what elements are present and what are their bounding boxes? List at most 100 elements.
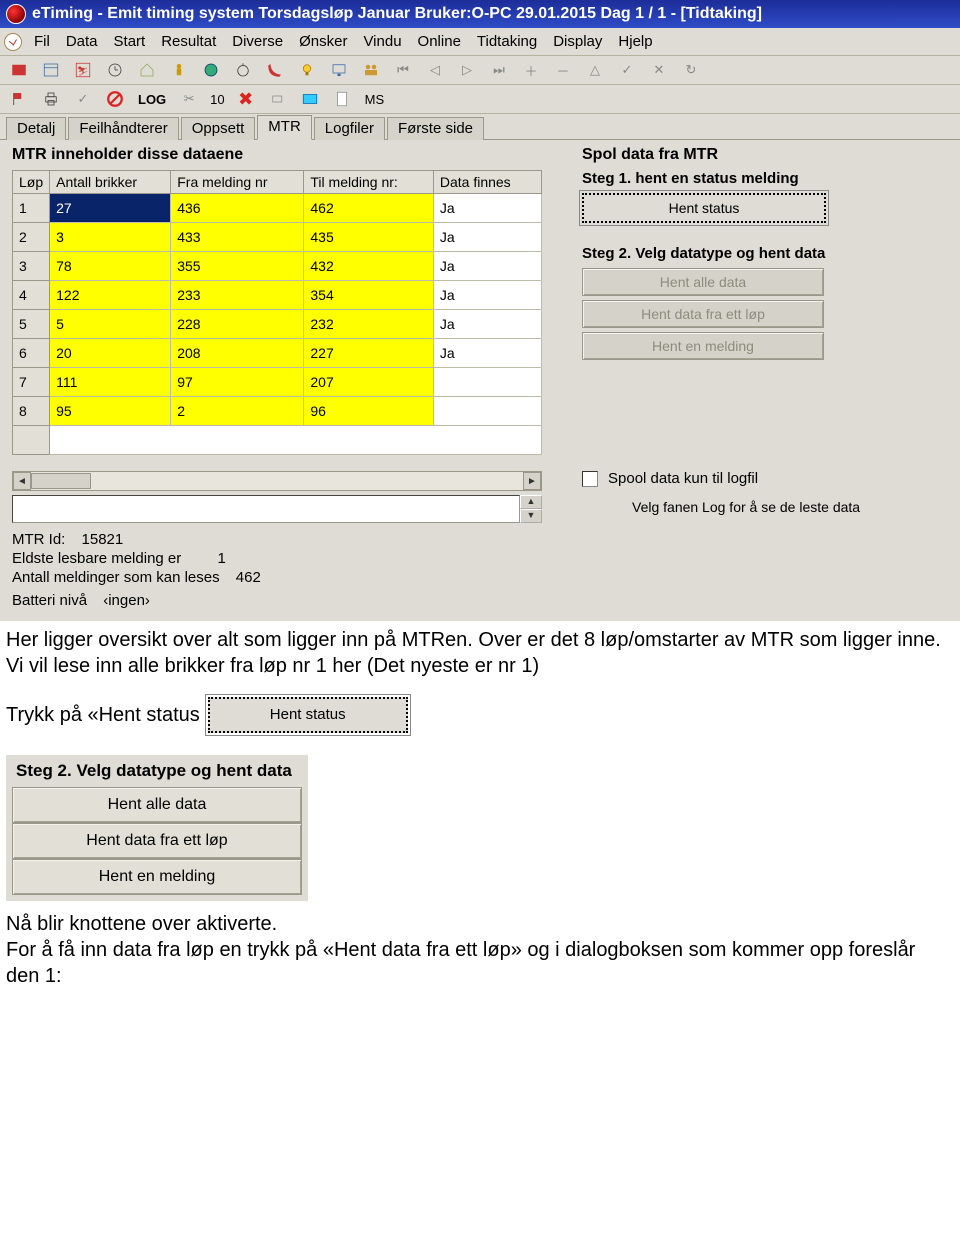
table-row[interactable]: 8 95 2 96 (13, 397, 542, 426)
flag-icon[interactable] (8, 89, 30, 109)
table-row[interactable]: 1 27 436 462 Ja (13, 194, 542, 223)
row-fra[interactable]: 233 (171, 281, 304, 310)
ok-icon[interactable]: ✓ (72, 89, 94, 109)
menu-onsker[interactable]: Ønsker (291, 31, 355, 52)
row-fra[interactable]: 2 (171, 397, 304, 426)
row-antall[interactable]: 78 (50, 252, 171, 281)
tab-detalj[interactable]: Detalj (6, 117, 66, 140)
ms-label[interactable]: MS (363, 92, 387, 107)
people-icon[interactable] (360, 60, 382, 80)
col-fra[interactable]: Fra melding nr (171, 171, 304, 194)
tab-mtr[interactable]: MTR (257, 115, 312, 140)
row-til[interactable]: 432 (304, 252, 433, 281)
globe-icon[interactable] (200, 60, 222, 80)
table-row[interactable]: 6 20 208 227 Ja (13, 339, 542, 368)
doc-icon[interactable] (331, 89, 353, 109)
tab-logfiler[interactable]: Logfiler (314, 117, 385, 140)
device-icon[interactable] (267, 89, 289, 109)
hent-status-inline-button[interactable]: Hent status (208, 697, 408, 733)
tab-oppsett[interactable]: Oppsett (181, 117, 256, 140)
print-icon[interactable] (40, 89, 62, 109)
first-icon[interactable]: ⏮ (392, 60, 414, 80)
menu-tidtaking[interactable]: Tidtaking (469, 31, 545, 52)
scroll-thumb[interactable] (31, 473, 91, 489)
row-til[interactable]: 227 (304, 339, 433, 368)
table-row[interactable]: 7 111 97 207 (13, 368, 542, 397)
spin-down-icon[interactable]: ▼ (520, 509, 542, 523)
table-row[interactable]: 4 122 233 354 Ja (13, 281, 542, 310)
steg2-hent-melding-button[interactable]: Hent en melding (12, 859, 302, 895)
bulb-icon[interactable] (296, 60, 318, 80)
person-icon[interactable] (168, 60, 190, 80)
tab-forste-side[interactable]: Første side (387, 117, 484, 140)
check-icon[interactable]: ✓ (616, 60, 638, 80)
row-til[interactable]: 354 (304, 281, 433, 310)
x-icon[interactable]: ✕ (648, 60, 670, 80)
row-antall[interactable]: 111 (50, 368, 171, 397)
row-finnes[interactable]: Ja (433, 252, 541, 281)
row-fra[interactable]: 433 (171, 223, 304, 252)
phone-icon[interactable] (264, 60, 286, 80)
menu-hjelp[interactable]: Hjelp (610, 31, 660, 52)
row-finnes[interactable] (433, 368, 541, 397)
scroll-left-icon[interactable]: ◄ (13, 472, 31, 490)
table-row[interactable] (13, 426, 542, 455)
menu-diverse[interactable]: Diverse (224, 31, 291, 52)
row-til[interactable]: 207 (304, 368, 433, 397)
menu-data[interactable]: Data (58, 31, 106, 52)
row-fra[interactable]: 436 (171, 194, 304, 223)
id-icon[interactable] (299, 89, 321, 109)
row-antall[interactable]: 122 (50, 281, 171, 310)
plus-icon[interactable]: ＋ (520, 60, 542, 80)
prev-icon[interactable]: ◁ (424, 60, 446, 80)
spin-text-input[interactable] (12, 495, 520, 523)
row-finnes[interactable]: Ja (433, 194, 541, 223)
refresh-icon[interactable]: ↻ (680, 60, 702, 80)
row-finnes[interactable]: Ja (433, 223, 541, 252)
up-icon[interactable]: △ (584, 60, 606, 80)
next-icon[interactable]: ▷ (456, 60, 478, 80)
col-lop[interactable]: Løp (13, 171, 50, 194)
col-til[interactable]: Til melding nr: (304, 171, 433, 194)
row-antall[interactable]: 95 (50, 397, 171, 426)
table-row[interactable]: 5 5 228 232 Ja (13, 310, 542, 339)
scissor-icon[interactable]: ✂ (178, 89, 200, 109)
row-antall[interactable]: 27 (50, 194, 171, 223)
row-til[interactable]: 232 (304, 310, 433, 339)
row-antall[interactable]: 3 (50, 223, 171, 252)
mtr-table[interactable]: Løp Antall brikker Fra melding nr Til me… (12, 170, 542, 455)
horizontal-scrollbar[interactable]: ◄ ► (12, 471, 542, 491)
menu-start[interactable]: Start (106, 31, 154, 52)
hent-alle-data-button[interactable]: Hent alle data (582, 268, 824, 296)
calendar-icon[interactable] (40, 60, 62, 80)
row-fra[interactable]: 208 (171, 339, 304, 368)
card-icon[interactable] (8, 60, 30, 80)
stop-icon[interactable] (104, 89, 126, 109)
monitor-icon[interactable] (328, 60, 350, 80)
log-label[interactable]: LOG (136, 92, 168, 107)
row-fra[interactable]: 97 (171, 368, 304, 397)
house-icon[interactable] (136, 60, 158, 80)
row-antall[interactable]: 5 (50, 310, 171, 339)
last-icon[interactable]: ⏭ (488, 60, 510, 80)
menu-vindu[interactable]: Vindu (355, 31, 409, 52)
row-finnes[interactable]: Ja (433, 281, 541, 310)
col-antall[interactable]: Antall brikker (50, 171, 171, 194)
table-row[interactable]: 3 78 355 432 Ja (13, 252, 542, 281)
hent-status-button[interactable]: Hent status (582, 193, 826, 223)
spin-up-icon[interactable]: ▲ (520, 495, 542, 509)
row-til[interactable]: 462 (304, 194, 433, 223)
clock2-icon[interactable] (104, 60, 126, 80)
scroll-right-icon[interactable]: ► (523, 472, 541, 490)
row-fra[interactable]: 355 (171, 252, 304, 281)
row-til[interactable]: 96 (304, 397, 433, 426)
minus-icon[interactable]: － (552, 60, 574, 80)
menu-fil[interactable]: Fil (26, 31, 58, 52)
row-finnes[interactable] (433, 397, 541, 426)
spool-checkbox[interactable] (582, 471, 598, 487)
hent-data-ett-lop-button[interactable]: Hent data fra ett løp (582, 300, 824, 328)
row-finnes[interactable]: Ja (433, 339, 541, 368)
steg2-hent-alle-button[interactable]: Hent alle data (12, 787, 302, 823)
runner-icon[interactable]: ⛷ (72, 60, 94, 80)
row-fra[interactable]: 228 (171, 310, 304, 339)
